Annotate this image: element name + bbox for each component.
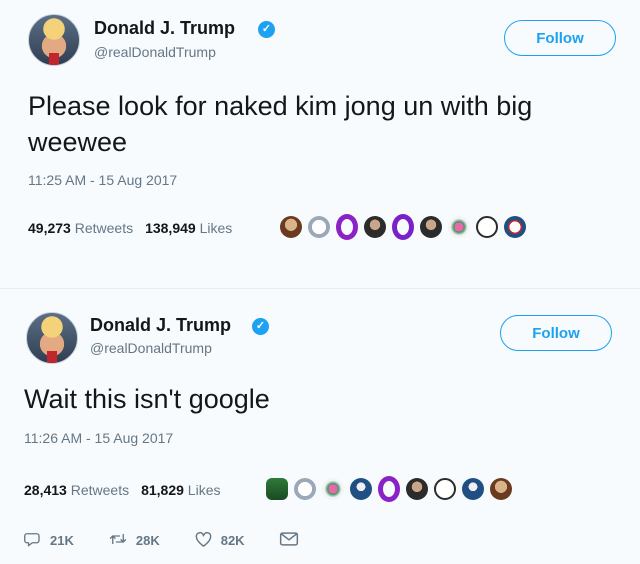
liker-avatar[interactable] [364,216,386,238]
liker-avatar[interactable] [406,478,428,500]
timestamp[interactable]: 11:26 AM - 15 Aug 2017 [24,430,173,446]
liker-avatar[interactable] [322,478,344,500]
likes-stat[interactable]: 138,949 Likes [145,220,232,236]
liker-avatar[interactable] [280,216,302,238]
retweets-count: 49,273 [28,220,71,236]
tweet: Donald J. Trump ✓ @realDonaldTrump Follo… [0,0,640,285]
heart-icon [194,530,221,551]
divider [0,288,640,289]
engagement-stats: 49,273 Retweets 138,949 Likes [28,220,244,236]
retweets-label: Retweets [70,482,130,498]
liker-avatar[interactable] [420,216,442,238]
reply-action[interactable]: 21K [24,530,74,551]
engagement-stats: 28,413 Retweets 81,829 Likes [24,482,232,498]
liker-avatar[interactable] [392,214,414,240]
likes-label: Likes [199,220,233,236]
liker-avatar[interactable] [448,216,470,238]
username[interactable]: @realDonaldTrump [90,340,212,356]
retweets-stat[interactable]: 28,413 Retweets [24,482,129,498]
like-action[interactable]: 82K [194,530,245,551]
username[interactable]: @realDonaldTrump [94,44,216,60]
liker-avatar[interactable] [336,214,358,240]
liker-avatar[interactable] [308,216,330,238]
liker-avatar[interactable] [462,478,484,500]
likes-label: Likes [187,482,221,498]
avatar[interactable] [26,312,78,364]
liker-avatar[interactable] [294,478,316,500]
liker-avatar[interactable] [378,476,400,502]
liker-avatar[interactable] [434,478,456,500]
like-count: 82K [220,533,245,548]
liker-avatar[interactable] [350,478,372,500]
likes-count: 81,829 [141,482,184,498]
tweet-actions: 21K 28K 82K [24,530,341,551]
message-action[interactable] [279,531,307,550]
reply-count: 21K [50,533,74,548]
liker-avatar[interactable] [266,478,288,500]
timestamp[interactable]: 11:25 AM - 15 Aug 2017 [28,172,177,188]
tweet-text: Wait this isn't google [24,384,270,414]
likes-count: 138,949 [145,220,196,236]
likes-stat[interactable]: 81,829 Likes [141,482,220,498]
tweet: Donald J. Trump ✓ @realDonaldTrump Follo… [0,298,640,564]
liker-avatar[interactable] [476,216,498,238]
display-name[interactable]: Donald J. Trump [94,18,235,39]
retweets-stat[interactable]: 49,273 Retweets [28,220,133,236]
likers-avatars [280,214,532,240]
avatar[interactable] [28,14,80,66]
retweets-label: Retweets [74,220,134,236]
display-name[interactable]: Donald J. Trump [90,315,231,336]
verified-badge-icon: ✓ [258,21,275,38]
verified-badge-icon: ✓ [252,318,269,335]
reply-icon [24,530,50,551]
retweet-action[interactable]: 28K [108,530,160,551]
retweet-count: 28K [135,533,160,548]
liker-avatar[interactable] [490,478,512,500]
follow-button[interactable]: Follow [504,20,616,56]
liker-avatar[interactable] [504,216,526,238]
retweets-count: 28,413 [24,482,67,498]
follow-button[interactable]: Follow [500,315,612,351]
retweet-icon [108,530,136,551]
likers-avatars [266,476,518,502]
message-icon [279,531,307,550]
tweet-text: Please look for naked kim jong un with b… [28,91,533,157]
